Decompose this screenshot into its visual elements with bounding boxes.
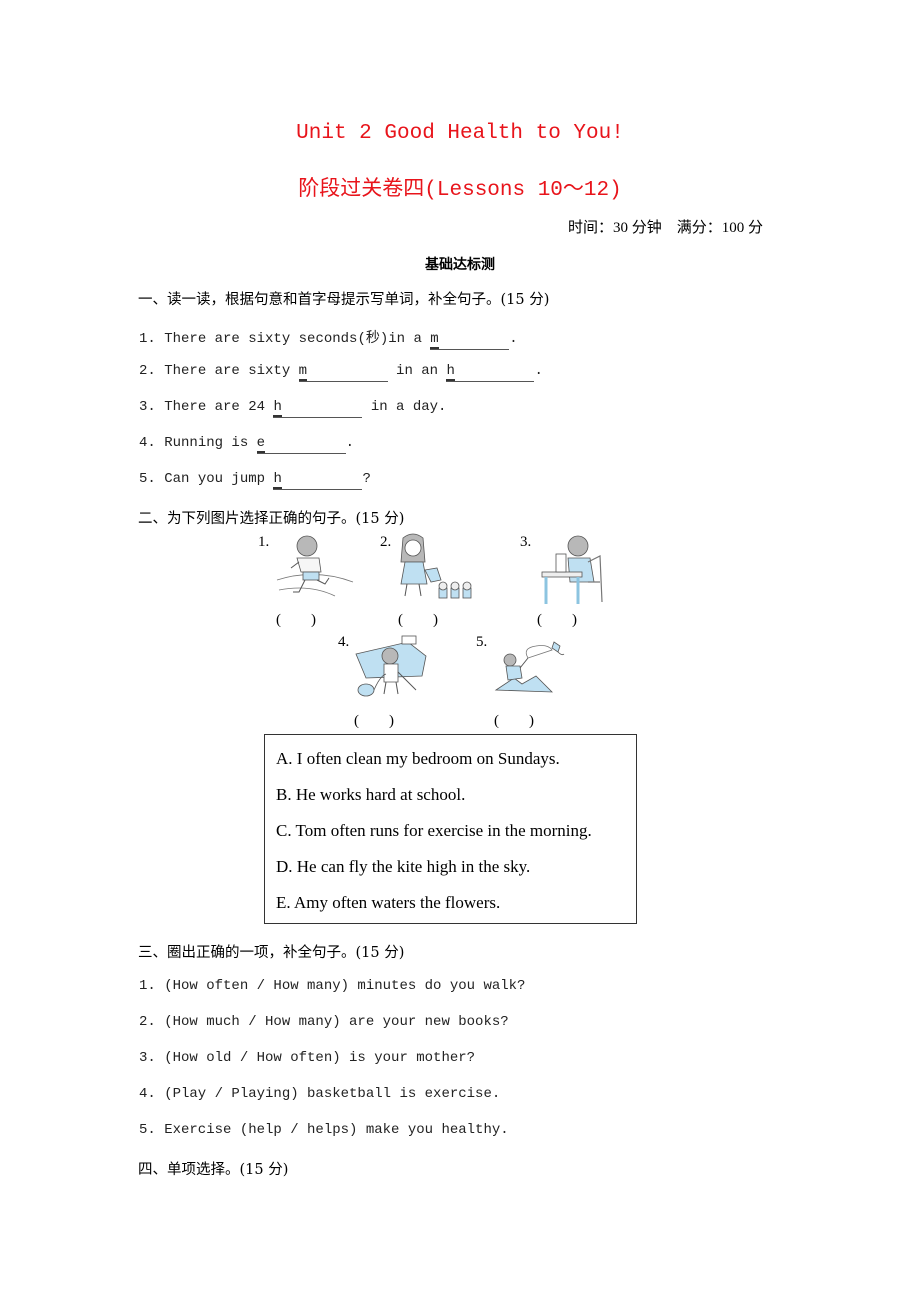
document-subtitle: 阶段过关卷四(Lessons 10～12) <box>298 179 622 202</box>
circle-question-1: 1. (How often / How many) minutes do you… <box>139 978 526 994</box>
answer-blank[interactable]: e <box>256 435 346 454</box>
answer-blank[interactable]: m <box>430 331 510 350</box>
section-3-heading: 三、圈出正确的一项，补全句子。(15 分) <box>138 945 405 961</box>
picture-number: 4. <box>338 634 350 650</box>
answer-blank[interactable]: h <box>273 471 363 490</box>
document-title: Unit 2 Good Health to You! <box>296 122 624 145</box>
circle-question-3: 3. (How old / How often) is your mother? <box>139 1050 476 1066</box>
answer-blank[interactable]: h <box>273 399 363 418</box>
answer-parentheses[interactable]: ( ) <box>537 608 577 629</box>
picture-number: 1. <box>258 534 270 550</box>
fill-question-1: 1. There are sixty seconds(秒)in a m. <box>139 327 518 350</box>
picture-number: 2. <box>380 534 392 550</box>
answer-parentheses[interactable]: ( ) <box>398 608 438 629</box>
girl-watering-flowers-illustration <box>400 533 472 599</box>
boy-running-illustration <box>276 535 354 597</box>
sentence-choices-box: A. I often clean my bedroom on Sundays. … <box>264 734 637 924</box>
circle-question-2: 2. (How much / How many) are your new bo… <box>139 1014 509 1030</box>
fill-question-2: 2. There are sixty m in an h. <box>139 363 543 382</box>
boy-studying-at-desk-illustration <box>541 535 603 604</box>
answer-blank[interactable]: h <box>446 363 535 382</box>
section-1-heading: 一、读一读，根据句意和首字母提示写单词，补全句子。(15 分) <box>138 292 550 308</box>
choice-option: B. He works hard at school. <box>276 785 466 804</box>
choice-option: E. Amy often waters the flowers. <box>276 893 501 912</box>
boy-flying-kite-illustration <box>494 641 565 693</box>
boy-vacuuming-bedroom-illustration <box>355 635 427 697</box>
answer-parentheses[interactable]: ( ) <box>354 709 394 730</box>
section-2-heading: 二、为下列图片选择正确的句子。(15 分) <box>138 511 405 527</box>
section-4-heading: 四、单项选择。(15 分) <box>138 1162 289 1178</box>
fill-question-5: 5. Can you jump h? <box>139 471 371 490</box>
choice-option: C. Tom often runs for exercise in the mo… <box>276 821 592 840</box>
answer-parentheses[interactable]: ( ) <box>494 709 534 730</box>
part-heading: 基础达标测 <box>425 257 495 273</box>
circle-question-4: 4. (Play / Playing) basketball is exerci… <box>139 1086 501 1102</box>
fill-question-3: 3. There are 24 h in a day. <box>139 399 446 418</box>
time-score-info: 时间：30 分钟 满分：100 分 <box>568 220 764 236</box>
circle-question-5: 5. Exercise (help / helps) make you heal… <box>139 1122 509 1138</box>
choice-option: A. I often clean my bedroom on Sundays. <box>276 749 560 768</box>
picture-number: 3. <box>520 534 532 550</box>
fill-question-4: 4. Running is e. <box>139 435 354 454</box>
picture-number: 5. <box>476 634 488 650</box>
choice-option: D. He can fly the kite high in the sky. <box>276 857 531 876</box>
answer-parentheses[interactable]: ( ) <box>276 608 316 629</box>
answer-blank[interactable]: m <box>298 363 388 382</box>
